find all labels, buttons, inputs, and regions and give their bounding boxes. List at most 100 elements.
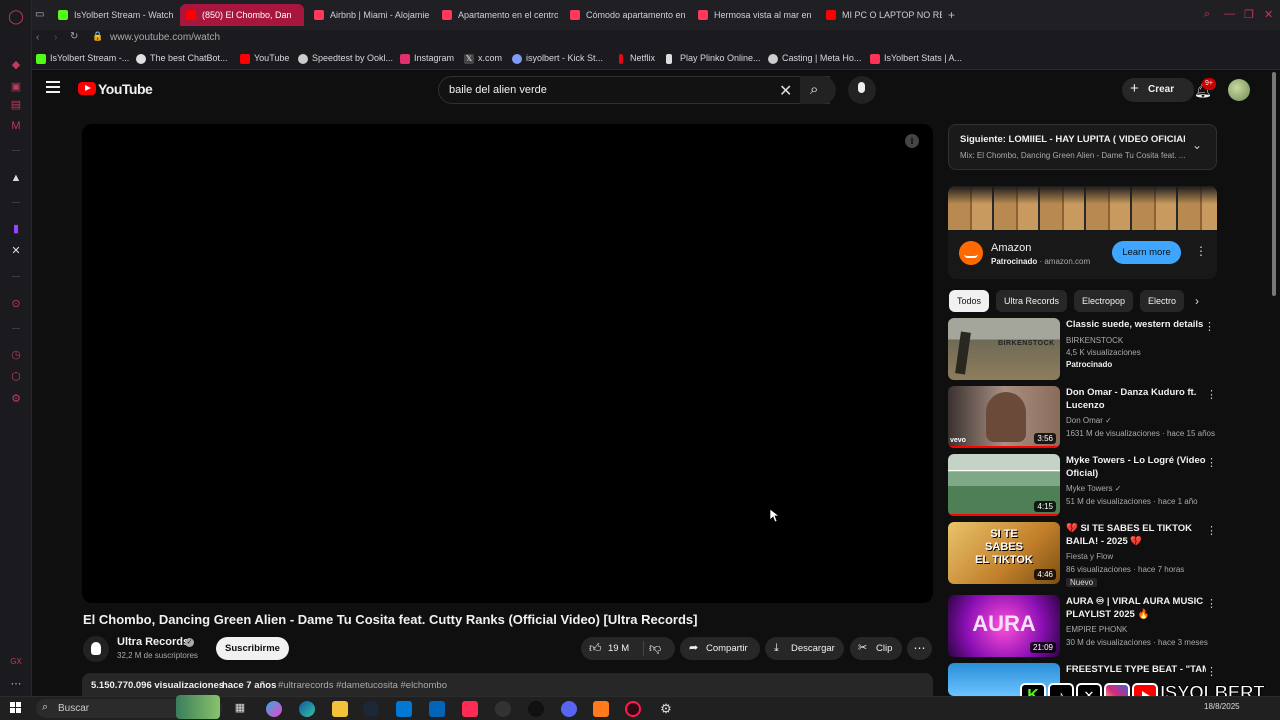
kebab-icon[interactable]: ⋮ <box>1204 320 1215 333</box>
create-button[interactable]: + Crear <box>1122 78 1194 102</box>
subscribe-button[interactable]: Suscribirme <box>216 637 289 660</box>
clip-button[interactable]: ✂ Clip <box>850 637 902 660</box>
aria-icon[interactable]: ◆ <box>8 57 24 73</box>
mail-icon[interactable]: M <box>8 118 24 134</box>
twitch-icon[interactable]: ▮ <box>8 221 24 237</box>
voice-search-button[interactable] <box>848 76 876 104</box>
bookmark-item[interactable]: Netflix <box>616 53 655 64</box>
bookmark-item[interactable]: 𝕏x.com <box>464 53 502 64</box>
kebab-icon[interactable]: ⋮ <box>1206 524 1217 537</box>
list-item[interactable]: SI TE SABES EL TIKTOK 4:46 💔 SI TE SABES E… <box>948 522 1218 588</box>
settings-icon[interactable]: ⚙ <box>8 391 24 407</box>
maximize-icon[interactable]: ❐ <box>1244 8 1254 21</box>
bookmark-item[interactable]: Casting | Meta Ho... <box>768 53 861 64</box>
chip-ultra-records[interactable]: Ultra Records <box>996 290 1068 312</box>
list-item[interactable]: AURA 21:09 AURA ♾ | VIRAL AURA MUSIC PLA… <box>948 595 1218 657</box>
forward-icon[interactable]: › <box>54 32 57 43</box>
opera-logo-icon[interactable]: ◯ <box>8 8 24 24</box>
back-icon[interactable]: ‹ <box>36 32 39 43</box>
video-thumbnail[interactable]: AURA 21:09 <box>948 595 1060 657</box>
menu-icon[interactable] <box>46 81 60 93</box>
settings-icon[interactable]: ⚙ <box>658 701 674 717</box>
list-item[interactable]: vevo 3:56 Don Omar - Danza Kuduro ft. Lu… <box>948 386 1218 448</box>
outlook-icon[interactable] <box>429 701 445 717</box>
like-button[interactable]: 👍︎ <box>589 637 602 660</box>
video-player[interactable]: i <box>82 124 933 603</box>
player-icon[interactable]: ⊙ <box>8 296 24 312</box>
tab-airbnb[interactable]: Apartamento en el centro <box>436 4 558 26</box>
gx-icon[interactable]: GX <box>8 654 24 670</box>
ai-icon[interactable]: ▣ <box>8 79 24 95</box>
chat-icon[interactable]: ▤ <box>8 97 24 113</box>
close-window-icon[interactable]: ✕ <box>1264 8 1273 21</box>
kebab-icon[interactable]: ⋮ <box>1195 244 1207 258</box>
discord-icon[interactable] <box>561 701 577 717</box>
list-item[interactable]: 4:15 Myke Towers - Lo Logré (Video Ofici… <box>948 454 1218 516</box>
bookmark-item[interactable]: Play Plinko Online... <box>666 53 761 64</box>
search-button[interactable]: ⌕ <box>800 76 836 104</box>
edge-icon[interactable] <box>299 701 315 717</box>
description-box[interactable]: 5.150.770.096 visualizaciones hace 7 año… <box>82 673 933 697</box>
steam-icon[interactable] <box>363 701 379 717</box>
reload-icon[interactable]: ↻ <box>70 31 78 42</box>
more-actions-button[interactable]: ⋯ <box>907 637 932 660</box>
search-box[interactable]: baile del alien verde ✕ <box>438 76 830 104</box>
share-button[interactable]: ➦ Compartir <box>680 637 760 660</box>
task-view-icon[interactable]: ▦ <box>232 701 248 717</box>
up-next-panel[interactable]: Siguiente: LOMIIEL - HAY LUPITA ( VIDEO … <box>948 124 1217 170</box>
list-item[interactable]: BIRKENSTOCK Classic suede, western detai… <box>948 318 1218 380</box>
info-icon[interactable]: i <box>905 134 919 148</box>
kebab-icon[interactable]: ⋮ <box>1206 597 1217 610</box>
download-button[interactable]: ⤓ Descargar <box>765 637 844 660</box>
video-thumbnail[interactable]: 4:15 <box>948 454 1060 516</box>
learn-more-button[interactable]: Learn more <box>1112 241 1181 264</box>
chip-all[interactable]: Todos <box>949 290 990 312</box>
bookmark-item[interactable]: Instagram <box>400 53 454 64</box>
tab-airbnb[interactable]: Hermosa vista al mar en <box>692 4 814 26</box>
obs-icon[interactable] <box>528 701 544 717</box>
chip-electropop[interactable]: Electropop <box>1074 290 1134 312</box>
chip-electro[interactable]: Electro <box>1140 290 1184 312</box>
vlc-icon[interactable] <box>593 701 609 717</box>
app-icon[interactable] <box>495 701 511 717</box>
kebab-icon[interactable]: ⋮ <box>1206 388 1217 401</box>
video-thumbnail[interactable]: SI TE SABES EL TIKTOK 4:46 <box>948 522 1060 584</box>
ad-card[interactable]: Amazon Patrocinado · amazon.com Learn mo… <box>948 186 1217 279</box>
history-icon[interactable]: ◷ <box>8 347 24 363</box>
youtube-logo[interactable]: YouTube <box>98 81 153 97</box>
bookmark-item[interactable]: IsYolbert Stats | A... <box>870 53 962 64</box>
chevron-down-icon[interactable]: ⌄ <box>1192 138 1202 152</box>
search-input[interactable]: baile del alien verde <box>449 84 547 96</box>
video-thumbnail[interactable]: vevo 3:56 <box>948 386 1060 448</box>
bookmark-item[interactable]: Speedtest by Ookl... <box>298 53 393 64</box>
extensions-icon[interactable]: ⬡ <box>8 369 24 385</box>
avatar[interactable] <box>1228 79 1250 101</box>
bookmark-item[interactable]: isyolbert - Kick St... <box>512 53 603 64</box>
x-icon[interactable]: ✕ <box>8 243 24 259</box>
tab-youtube[interactable]: MI PC O LAPTOP NO REC <box>820 4 942 26</box>
tiktok-icon[interactable] <box>462 701 478 717</box>
kebab-icon[interactable]: ⋮ <box>1206 665 1217 678</box>
store-icon[interactable] <box>396 701 412 717</box>
chevron-right-icon[interactable]: › <box>1195 294 1199 308</box>
windows-start-icon[interactable] <box>10 702 22 714</box>
url-field[interactable]: www.youtube.com/watch <box>110 32 220 43</box>
search-tabs-icon[interactable]: ⌕ <box>1204 8 1210 21</box>
minimize-icon[interactable]: — <box>1224 8 1235 20</box>
bookmark-item[interactable]: IsYolbert Stream -... <box>36 53 129 64</box>
bookmark-item[interactable]: YouTube <box>240 53 289 64</box>
workspace-icon[interactable]: ▭ <box>35 9 44 20</box>
dislike-button[interactable]: 👎︎ <box>649 637 661 660</box>
file-explorer-icon[interactable] <box>332 701 348 717</box>
kebab-icon[interactable]: ⋮ <box>1206 456 1217 469</box>
youtube-logo-icon[interactable] <box>78 82 96 95</box>
hashtags[interactable]: #ultrarecords #dametucosita #elchombo <box>278 680 447 691</box>
tab-airbnb[interactable]: Airbnb | Miami - Alojamie <box>308 4 430 26</box>
arc-icon[interactable]: ▲ <box>8 170 24 186</box>
new-tab-icon[interactable]: + <box>948 8 955 22</box>
bookmark-item[interactable]: The best ChatBot... <box>136 53 228 64</box>
copilot-icon[interactable] <box>266 701 282 717</box>
tab-airbnb[interactable]: Cómodo apartamento en <box>564 4 686 26</box>
tab-youtube-active[interactable]: (850) El Chombo, Dan <box>180 4 304 26</box>
taskbar-search[interactable]: ⌕ Buscar <box>36 695 222 719</box>
